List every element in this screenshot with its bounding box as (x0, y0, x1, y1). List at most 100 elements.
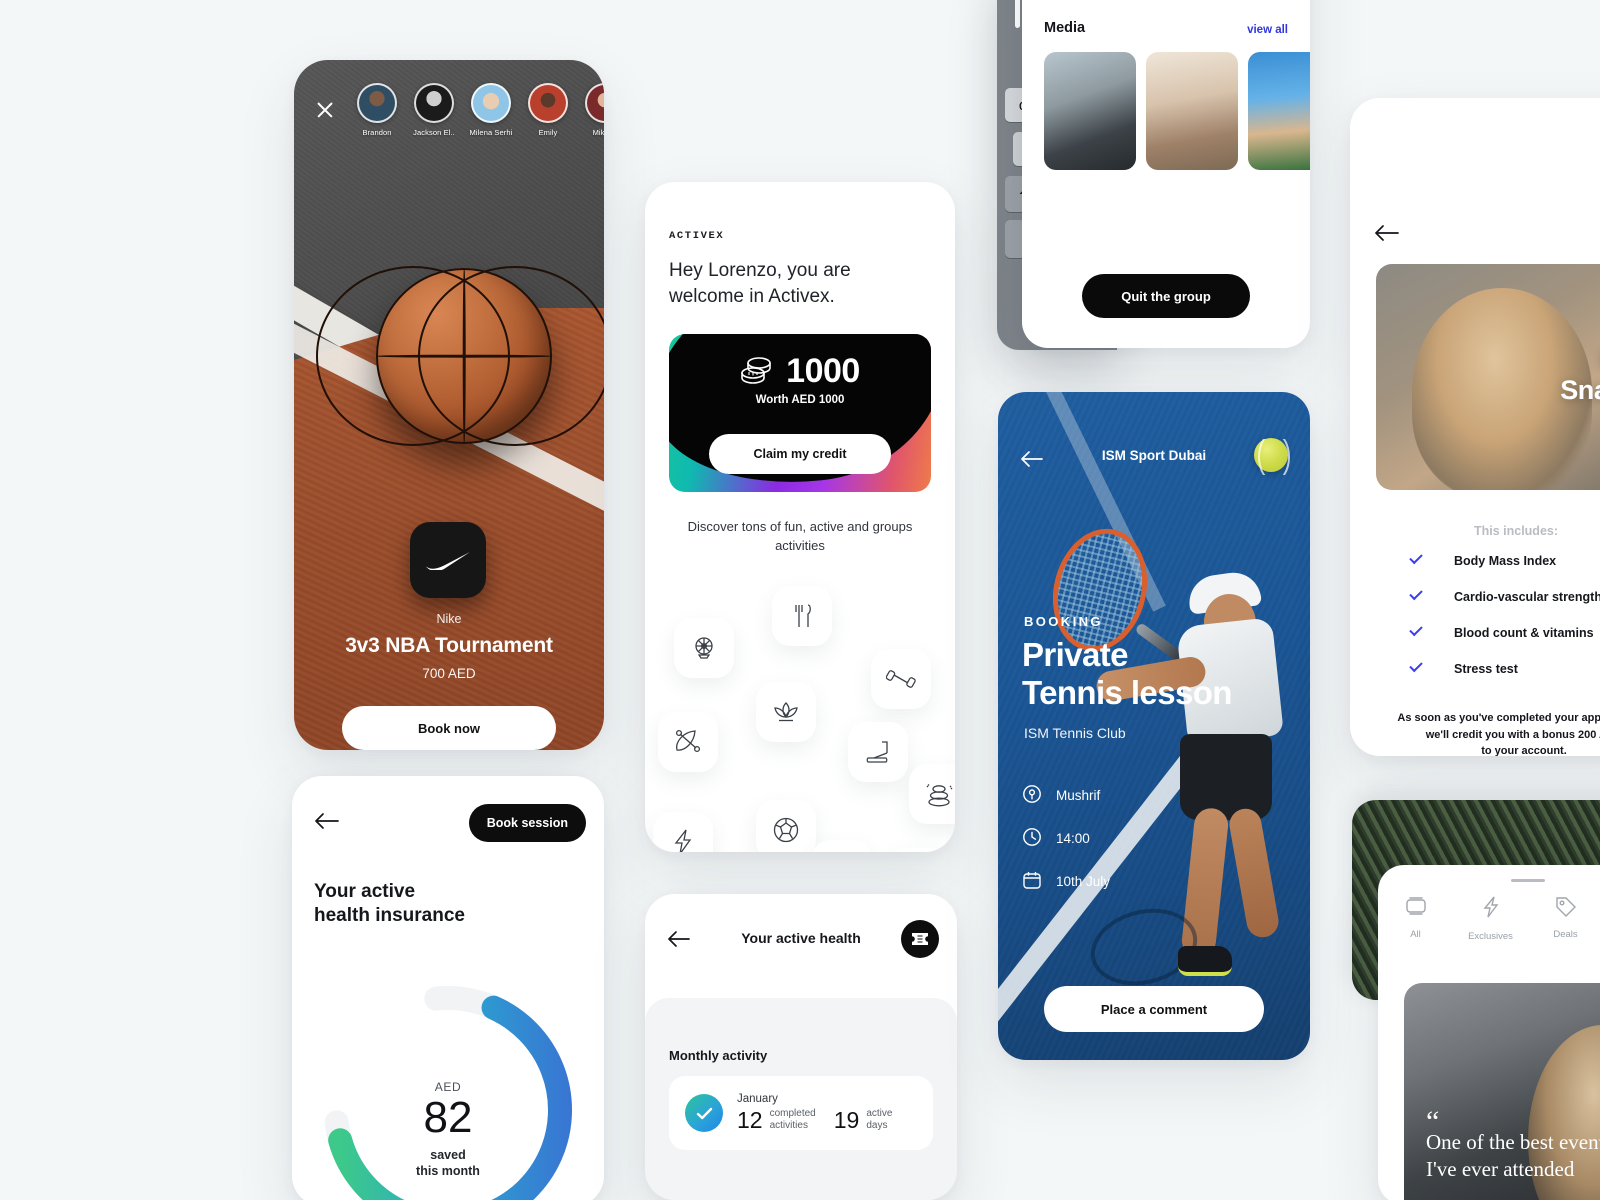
treadmill-icon[interactable] (848, 722, 908, 782)
gauge-currency: AED (434, 1080, 462, 1094)
avatar-item[interactable]: Jackson El.. (407, 83, 461, 137)
activex-welcome-card: ACTIVEX Hey Lorenzo, you are welcome in … (645, 182, 955, 852)
avatar-name: Mike L. (592, 128, 604, 137)
media-thumbnail[interactable] (1146, 52, 1238, 170)
completed-value: 12 (737, 1106, 763, 1133)
savings-gauge: AED 82 saved this month (314, 976, 582, 1200)
spa-stones-icon[interactable] (909, 764, 955, 824)
tab-label: All (1410, 929, 1421, 940)
coins-icon (740, 353, 776, 390)
active-health-header: Your active health (645, 894, 957, 998)
tab-exclusives[interactable]: Exclusives (1453, 895, 1528, 942)
lotus-flower-icon[interactable] (756, 682, 816, 742)
media-section-title: Media (1044, 20, 1086, 36)
event-title: 3v3 NBA Tournament (345, 634, 553, 657)
month-label: January (737, 1092, 778, 1105)
event-price: 700 AED (422, 666, 476, 681)
meta-text: 10th July (1056, 874, 1111, 889)
arrow-left-icon[interactable] (1374, 224, 1400, 247)
check-icon (685, 1094, 723, 1132)
place-comment-button[interactable]: Place a comment (1044, 986, 1264, 1032)
includes-label: This includes: (1473, 524, 1559, 538)
avatar-item[interactable]: Brandon (350, 83, 404, 137)
active-health-body: Monthly activity January 12 completed ac… (645, 998, 957, 1200)
keyboard-handle (1015, 0, 1020, 28)
active-days-value: 19 (833, 1106, 860, 1133)
lightning-bolt-icon[interactable] (653, 812, 713, 852)
book-session-button[interactable]: Book session (468, 804, 586, 842)
app-name: ACTIVEX (669, 230, 725, 242)
list-item-label: Cardio-vascular strength (1454, 590, 1600, 604)
meta-text: 14:00 (1056, 831, 1090, 846)
club-name: ISM Tennis Club (1024, 725, 1126, 741)
nike-tournament-card: Brandon Jackson El.. Milena Serhi Emily … (294, 60, 604, 750)
avatar (585, 83, 604, 123)
avatar-name: Jackson El.. (413, 128, 455, 137)
tab-deals[interactable]: Deals (1528, 895, 1600, 942)
quit-group-button[interactable]: Quit the group (1082, 274, 1250, 318)
monthly-activity-row[interactable]: January 12 completed activities 19 activ… (669, 1076, 933, 1150)
nike-swoosh-icon (410, 522, 486, 598)
tab-label: Deals (1553, 929, 1578, 940)
tab-label: Exclusives (1468, 931, 1513, 942)
list-item-label: Body Mass Index (1454, 554, 1557, 568)
list-item: Cardio-vascular strength (1410, 590, 1600, 604)
drag-handle-icon[interactable] (1511, 879, 1545, 882)
balloons-icon[interactable] (812, 840, 872, 852)
list-item: Body Mass Index (1410, 554, 1600, 568)
media-thumbnail[interactable] (1044, 52, 1136, 170)
canvas: q Brandon (0, 0, 1600, 1200)
view-all-link[interactable]: view all (1247, 24, 1288, 36)
event-brand: Nike (436, 612, 462, 626)
avatar-name: Milena Serhi (469, 128, 513, 137)
paint-palette-icon[interactable] (888, 848, 948, 852)
completed-label: completed activities (769, 1107, 816, 1132)
dumbbell-icon[interactable] (871, 649, 931, 709)
avatar-item[interactable]: Emily (521, 83, 575, 137)
health-snapshot-card: Health Snapshot This includes: Body Mass… (1350, 98, 1600, 756)
ticket-icon[interactable] (901, 920, 939, 958)
tennis-ball-icon (1254, 438, 1288, 472)
snapshot-hero-title: Health Snapshot (1560, 343, 1600, 406)
journal-quote: One of the best event I've ever attended (1426, 1130, 1600, 1181)
claim-credit-button[interactable]: Claim my credit (709, 434, 891, 474)
bonus-note: As soon as you've completed your appoint… (1397, 712, 1600, 756)
avatar (471, 83, 511, 123)
booking-eyebrow: BOOKING (1024, 614, 1103, 629)
avatar-item[interactable]: Milena Serhi (464, 83, 518, 137)
cutlery-icon[interactable] (772, 586, 832, 646)
media-thumbnail-list (1044, 52, 1310, 170)
lightning-bolt-icon (1481, 895, 1501, 924)
media-thumbnail[interactable] (1248, 52, 1310, 170)
participants-row: Brandon Jackson El.. Milena Serhi Emily … (294, 60, 604, 160)
meta-date: 10th July (1022, 870, 1110, 893)
list-item: Blood count & vitamins (1410, 626, 1600, 640)
clock-icon (1022, 827, 1042, 850)
check-icon (1410, 556, 1424, 566)
soccer-ball-icon[interactable] (756, 800, 816, 852)
journal-hero-image[interactable]: “ One of the best event I've ever attend… (1404, 983, 1600, 1200)
welcome-heading: Hey Lorenzo, you are welcome in Activex. (669, 260, 851, 307)
check-icon (1410, 628, 1424, 638)
book-now-button[interactable]: Book now (342, 706, 556, 750)
calendar-icon (1022, 870, 1042, 893)
basketball-image (316, 266, 604, 446)
kayak-icon[interactable] (658, 712, 718, 772)
booking-meta-list: Mushrif 14:00 10th July (1022, 784, 1110, 893)
credit-promo-card: 1000 Worth AED 1000 Claim my credit (669, 334, 931, 492)
tab-all[interactable]: All (1378, 895, 1453, 942)
list-item: Stress test (1410, 662, 1600, 676)
active-health-card: Your active health Monthly activity Janu… (645, 894, 957, 1200)
arrow-left-icon[interactable] (314, 812, 340, 835)
avatar-name: Brandon (362, 128, 392, 137)
credit-worth: Worth AED 1000 (755, 394, 845, 406)
close-icon[interactable] (312, 97, 338, 123)
ferris-wheel-icon[interactable] (674, 618, 734, 678)
snapshot-hero-image: Health Snapshot (1376, 264, 1600, 490)
avatar-item[interactable]: Mike L. (578, 83, 604, 137)
tennis-booking-card: ISM Sport Dubai BOOKING Private Tennis l… (998, 392, 1310, 1060)
list-item-label: Blood count & vitamins (1454, 626, 1594, 640)
feed-tabs: All Exclusives Deals (1378, 895, 1600, 942)
meta-time: 14:00 (1022, 827, 1110, 850)
event-info: Nike 3v3 NBA Tournament 700 AED (294, 612, 604, 681)
